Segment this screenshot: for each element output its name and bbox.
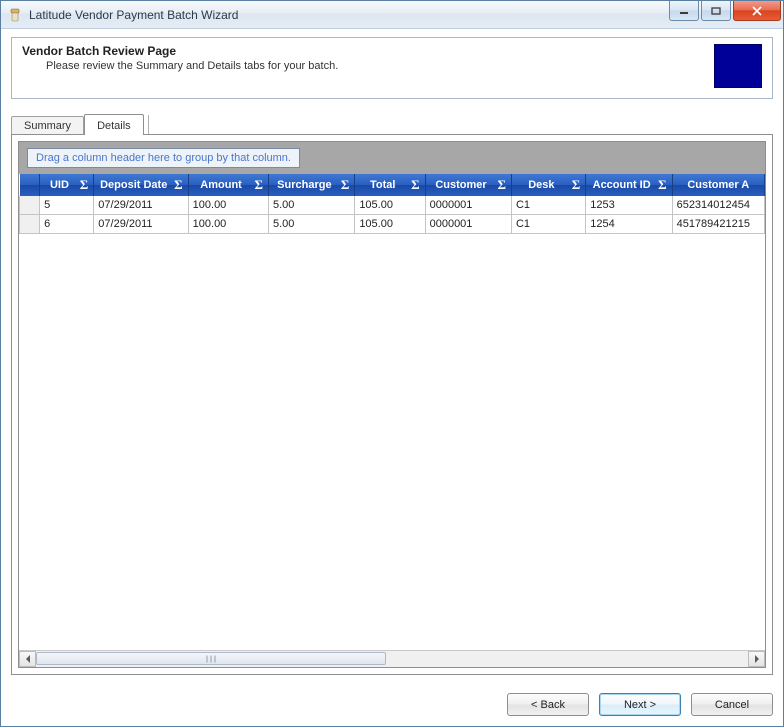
titlebar: Latitude Vendor Payment Batch Wizard <box>1 1 783 29</box>
cell-customer-acc[interactable]: 451789421215 <box>672 215 764 234</box>
col-uid[interactable]: UIDΣ <box>40 174 94 196</box>
cell-amount[interactable]: 100.00 <box>188 215 268 234</box>
sigma-icon[interactable]: Σ <box>77 177 92 193</box>
cell-amount[interactable]: 100.00 <box>188 196 268 215</box>
cell-surcharge[interactable]: 5.00 <box>268 196 354 215</box>
sigma-icon[interactable]: Σ <box>251 177 266 193</box>
header-logo <box>714 44 762 88</box>
cell-customer-acc[interactable]: 652314012454 <box>672 196 764 215</box>
cell-surcharge[interactable]: 5.00 <box>268 215 354 234</box>
next-button[interactable]: Next > <box>599 693 681 716</box>
scroll-right-arrow[interactable] <box>748 651 765 667</box>
header-text: Vendor Batch Review Page Please review t… <box>22 44 706 88</box>
sigma-icon[interactable]: Σ <box>171 177 186 193</box>
col-surcharge[interactable]: SurchargeΣ <box>268 174 354 196</box>
close-button[interactable] <box>733 1 781 21</box>
sigma-icon[interactable]: Σ <box>338 177 353 193</box>
tab-details[interactable]: Details <box>84 114 144 135</box>
cell-deposit-date[interactable]: 07/29/2011 <box>94 215 188 234</box>
data-grid: Drag a column header here to group by th… <box>18 141 766 668</box>
horizontal-scrollbar[interactable] <box>19 650 765 667</box>
row-indicator-header <box>20 174 40 196</box>
page-subtitle: Please review the Summary and Details ta… <box>46 60 706 72</box>
cell-total[interactable]: 105.00 <box>355 215 425 234</box>
cell-account-id[interactable]: 1254 <box>586 215 672 234</box>
cell-total[interactable]: 105.00 <box>355 196 425 215</box>
scroll-thumb[interactable] <box>36 652 386 665</box>
window-title: Latitude Vendor Payment Batch Wizard <box>29 8 238 22</box>
body-area: Vendor Batch Review Page Please review t… <box>1 29 783 685</box>
page-title: Vendor Batch Review Page <box>22 44 706 58</box>
back-button[interactable]: < Back <box>507 693 589 716</box>
col-amount[interactable]: AmountΣ <box>188 174 268 196</box>
tab-label: Summary <box>24 120 71 132</box>
sigma-icon[interactable]: Σ <box>655 177 670 193</box>
window-controls <box>667 1 781 21</box>
cell-desk[interactable]: C1 <box>511 196 585 215</box>
row-indicator <box>20 196 40 215</box>
table-row[interactable]: 5 07/29/2011 100.00 5.00 105.00 0000001 … <box>20 196 765 215</box>
cell-desk[interactable]: C1 <box>511 215 585 234</box>
row-indicator <box>20 215 40 234</box>
sigma-icon[interactable]: Σ <box>494 177 509 193</box>
tabs-region: Summary Details Drag a column header her… <box>11 113 773 675</box>
scroll-track[interactable] <box>36 651 748 667</box>
col-deposit-date[interactable]: Deposit DateΣ <box>94 174 188 196</box>
header-panel: Vendor Batch Review Page Please review t… <box>11 37 773 99</box>
tab-divider <box>148 115 149 135</box>
col-customer-acc[interactable]: Customer A <box>672 174 764 196</box>
grid-body[interactable]: UIDΣ Deposit DateΣ AmountΣ SurchargeΣ To… <box>19 174 765 650</box>
sigma-icon[interactable]: Σ <box>408 177 423 193</box>
cancel-button[interactable]: Cancel <box>691 693 773 716</box>
wizard-footer: < Back Next > Cancel <box>1 685 783 726</box>
col-total[interactable]: TotalΣ <box>355 174 425 196</box>
col-desk[interactable]: DeskΣ <box>511 174 585 196</box>
tab-panel-details: Drag a column header here to group by th… <box>11 134 773 675</box>
col-account-id[interactable]: Account IDΣ <box>586 174 672 196</box>
group-by-hint: Drag a column header here to group by th… <box>27 148 300 168</box>
col-customer[interactable]: CustomerΣ <box>425 174 511 196</box>
table-row[interactable]: 6 07/29/2011 100.00 5.00 105.00 0000001 … <box>20 215 765 234</box>
scroll-left-arrow[interactable] <box>19 651 36 667</box>
group-by-bar[interactable]: Drag a column header here to group by th… <box>19 142 765 174</box>
cell-customer[interactable]: 0000001 <box>425 215 511 234</box>
app-icon <box>7 7 23 23</box>
minimize-button[interactable] <box>669 1 699 21</box>
cell-account-id[interactable]: 1253 <box>586 196 672 215</box>
tab-label: Details <box>97 120 131 132</box>
tab-summary[interactable]: Summary <box>11 116 84 135</box>
maximize-button[interactable] <box>701 1 731 21</box>
cell-deposit-date[interactable]: 07/29/2011 <box>94 196 188 215</box>
sigma-icon[interactable]: Σ <box>569 177 584 193</box>
grid-table: UIDΣ Deposit DateΣ AmountΣ SurchargeΣ To… <box>19 174 765 234</box>
wizard-window: Latitude Vendor Payment Batch Wizard Ven… <box>0 0 784 727</box>
cell-uid[interactable]: 6 <box>40 215 94 234</box>
header-row: UIDΣ Deposit DateΣ AmountΣ SurchargeΣ To… <box>20 174 765 196</box>
cell-customer[interactable]: 0000001 <box>425 196 511 215</box>
tabstrip: Summary Details <box>11 113 773 135</box>
cell-uid[interactable]: 5 <box>40 196 94 215</box>
